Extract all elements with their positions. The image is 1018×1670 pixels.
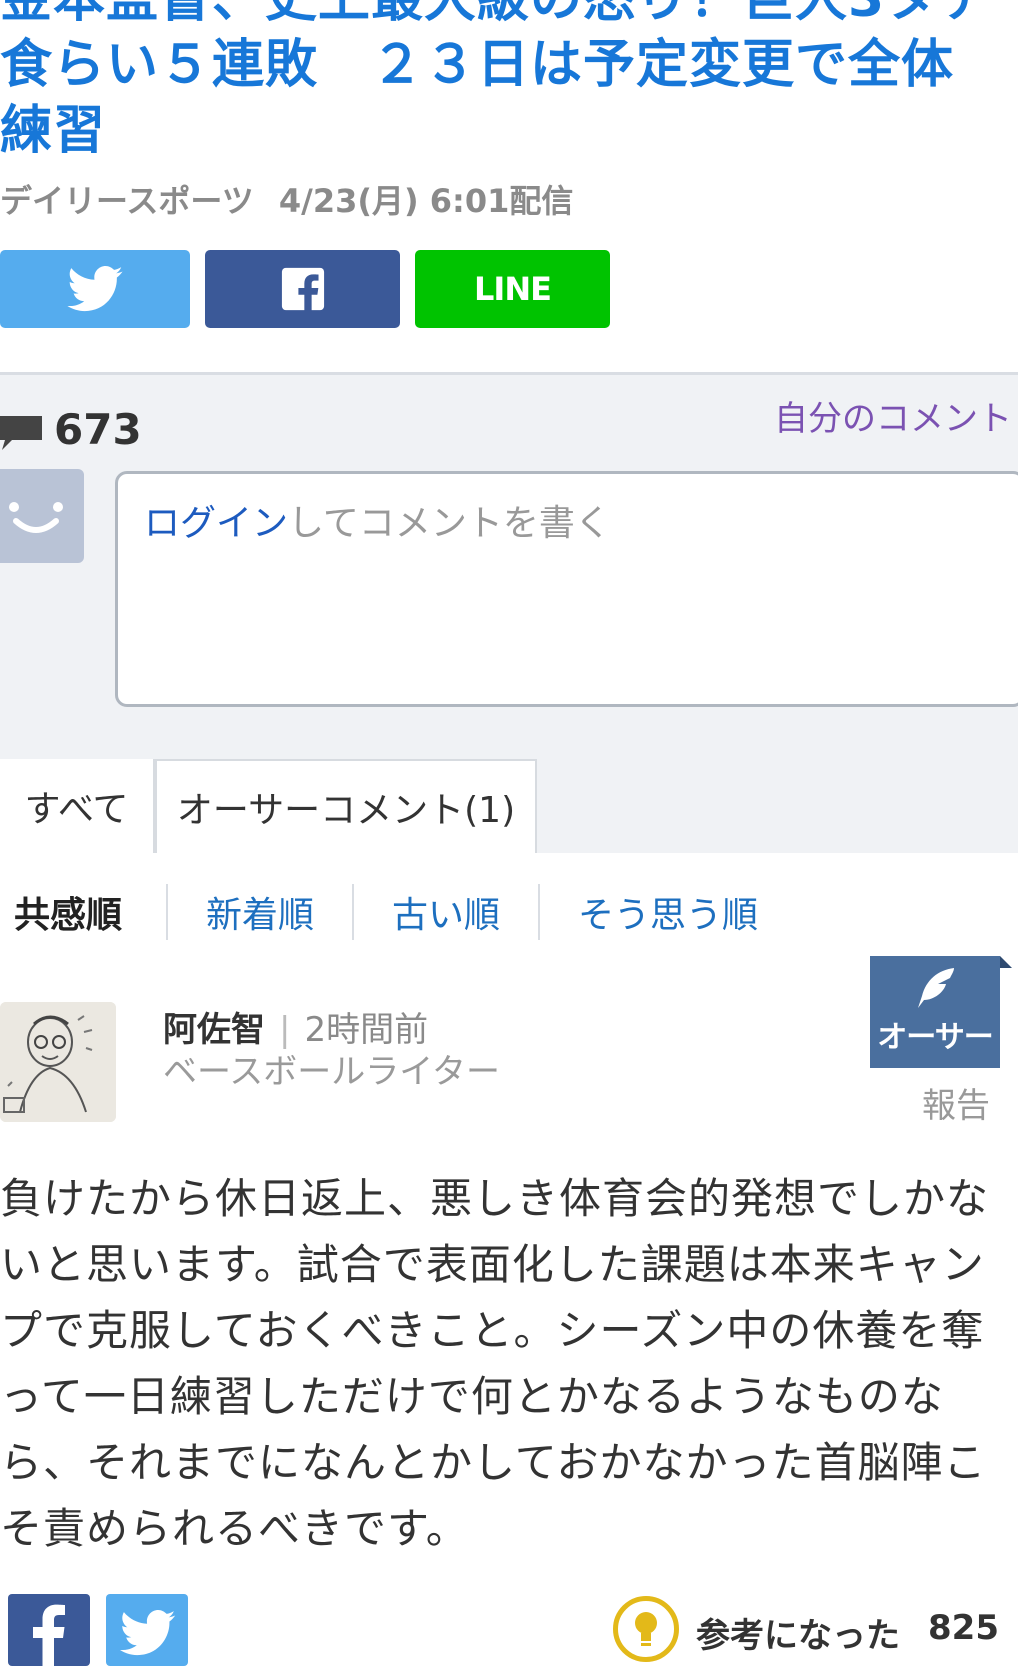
comment-panel: 自分のコメント 673 ログインしてコメントを書く すべて オーサーコメント(1…: [0, 372, 1018, 853]
facebook-share-button[interactable]: [205, 250, 400, 328]
helpful-label[interactable]: 参考になった: [696, 1608, 900, 1657]
facebook-icon: [33, 1604, 65, 1666]
facebook-icon: [281, 267, 324, 312]
author-caricature-icon: [0, 1002, 116, 1122]
report-link[interactable]: 報告: [922, 1078, 990, 1127]
tab-all[interactable]: すべて: [0, 759, 155, 853]
comment-input-prompt: してコメントを書く: [288, 503, 611, 544]
default-avatar: [0, 469, 84, 563]
sort-bar: 共感順 新着順 古い順 そう思う順: [0, 880, 796, 944]
article-byline: デイリースポーツ 4/23(月) 6:01配信: [0, 176, 573, 222]
tab-author-comments[interactable]: オーサーコメント(1): [155, 759, 537, 853]
author-avatar[interactable]: [0, 1002, 116, 1122]
my-comment-link[interactable]: 自分のコメント: [774, 391, 1012, 440]
twitter-share-button[interactable]: [0, 250, 190, 328]
comment-count-value: 673: [54, 405, 142, 454]
sort-agree[interactable]: そう思う順: [538, 884, 796, 940]
sort-empathy[interactable]: 共感順: [0, 884, 166, 940]
comment-twitter-share-button[interactable]: [106, 1594, 188, 1666]
author-role: ベースボールライター: [163, 1052, 500, 1092]
lightbulb-icon[interactable]: [613, 1596, 679, 1662]
login-link[interactable]: ログイン: [144, 503, 288, 544]
sort-oldest[interactable]: 古い順: [352, 884, 538, 940]
quill-icon: [918, 968, 954, 1008]
author-badge: オーサー: [870, 956, 1012, 1068]
helpful-count: 825: [928, 1608, 999, 1648]
twitter-icon: [120, 1610, 176, 1656]
comment-input[interactable]: ログインしてコメントを書く: [115, 471, 1018, 707]
lightbulb-glyph: [635, 1612, 657, 1646]
article-date: 4/23(月) 6:01配信: [278, 182, 574, 220]
article-source[interactable]: デイリースポーツ: [0, 182, 254, 220]
comment-count: 673: [0, 405, 142, 454]
sort-newest[interactable]: 新着順: [166, 884, 352, 940]
speech-bubble-icon: [0, 415, 42, 450]
twitter-icon: [67, 266, 123, 312]
author-badge-label: オーサー: [877, 1020, 993, 1055]
smiley-icon: [9, 502, 63, 533]
comment-facebook-share-button[interactable]: [8, 1594, 90, 1666]
line-share-button[interactable]: LINE: [415, 250, 610, 328]
comment-body: 負けたから休日返上、悪しき体育会的発想でしかないと思います。試合で表面化した課題…: [0, 1174, 990, 1553]
badge-fold: [1000, 956, 1012, 968]
article-headline: 金本監督、史上最大級の怒り！巨人3タテ食らい５連敗 ２３日は予定変更で全体練習: [0, 0, 990, 161]
